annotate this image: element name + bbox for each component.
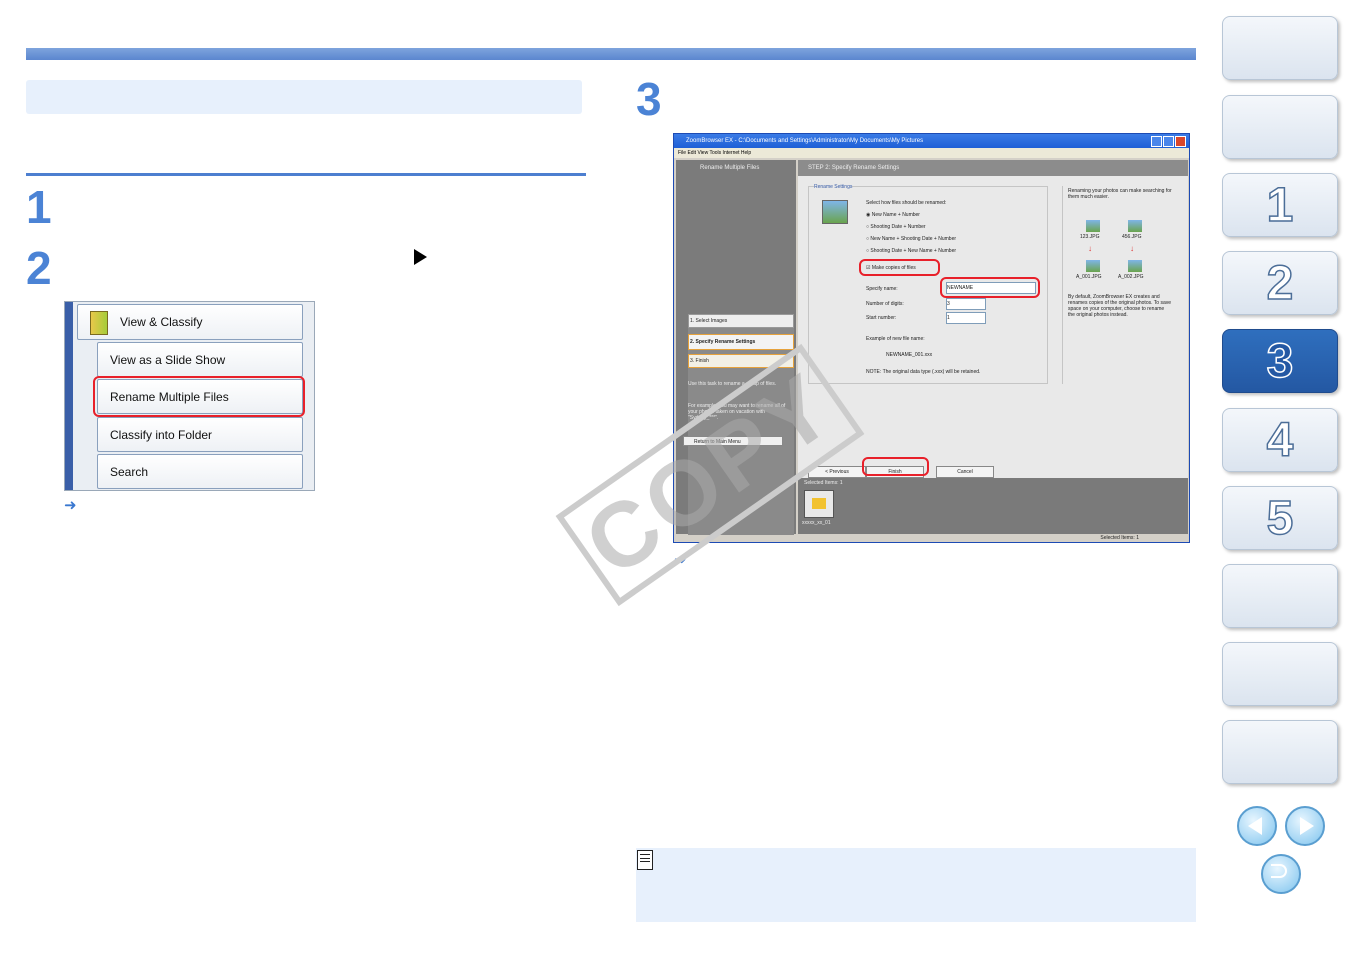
step-item-3-label: 3. Finish [690,358,709,364]
selected-items-label: Selected Items: 1 [804,480,843,486]
view-classify-label: View & Classify [120,315,203,329]
return-arrow-icon [1271,864,1287,878]
photo-thumbnail-icon [822,200,848,224]
rename-settings-label: Rename Settings [814,184,853,190]
start-number-label: Start number: [866,315,897,321]
task-panel-title: Rename Multiple Files [700,165,760,171]
view-classify-button[interactable]: View & Classify [77,304,303,340]
before-name-2: 456.JPG [1122,234,1142,240]
digits-label: Number of digits: [866,301,904,307]
cancel-button[interactable]: Cancel [936,466,994,478]
selected-items-tray [798,478,1188,534]
memo-icon [637,850,653,870]
specify-name-highlight [940,277,1040,298]
start-number-input[interactable]: 1 [946,312,986,324]
down-arrow-icon: ↓ [1088,244,1092,253]
arrow-right-icon [1300,817,1314,835]
section-rule [26,173,586,176]
option-name-date-number[interactable]: ○ New Name + Shooting Date + Number [866,236,956,242]
sidebar-tab-intro[interactable] [1222,95,1338,159]
result-arrow-icon: ➜ [64,497,77,514]
classify-into-folder-button[interactable]: Classify into Folder [97,417,303,452]
side-tip: Renaming your photos can make searching … [1068,188,1172,200]
return-page-button[interactable] [1261,854,1301,894]
close-icon[interactable] [1175,136,1186,147]
sample-photo-icon [1128,220,1142,232]
sidebar-tab-contents[interactable] [1222,16,1338,80]
search-button[interactable]: Search [97,454,303,489]
select-how-label: Select how files should be renamed: [866,200,947,206]
sidebar-tab-appendix[interactable] [1222,642,1338,706]
after-name-1: A_001.JPG [1076,274,1102,280]
sidebar-tab-3[interactable]: 3 [1222,329,1338,393]
down-arrow-icon: ↓ [1130,244,1134,253]
option-date-number[interactable]: ○ Shooting Date + Number [866,224,926,230]
sample-photo-icon [1086,220,1100,232]
previous-page-button[interactable] [1237,806,1277,846]
before-name-1: 123.JPG [1080,234,1100,240]
sample-photo-icon [1128,260,1142,272]
step-2-number: 2 [26,242,52,294]
folder-icon [90,311,108,335]
step-3-number: 3 [636,73,662,125]
folder-thumbnail[interactable] [804,490,834,518]
specify-name-label: Specify name: [866,286,898,292]
example-value: NEWNAME_001.xxx [886,352,933,358]
sidebar-tab-index[interactable] [1222,720,1338,784]
step-item-2-label: 2. Specify Rename Settings [690,339,756,345]
sidebar-tab-1[interactable]: 1 [1222,173,1338,237]
sample-photo-icon [1086,260,1100,272]
window-controls [1151,136,1186,147]
settings-panel: STEP 2: Specify Rename Settings Rename S… [798,160,1188,534]
next-page-button[interactable] [1285,806,1325,846]
option-date-name-number[interactable]: ○ Shooting Date + New Name + Number [866,248,956,254]
folder-icon [812,498,826,509]
section-heading-bar [26,80,582,114]
window-menubar[interactable]: File Edit View Tools Internet Help [674,148,1189,158]
previous-button[interactable]: < Previous [808,466,866,478]
minimize-icon[interactable] [1151,136,1162,147]
side-tip-default: By default, ZoomBrowser EX creates and r… [1068,294,1172,318]
step-header: STEP 2: Specify Rename Settings [808,165,900,171]
status-bar-text: Selected Items: 1 [1100,535,1139,541]
window-title: ZoomBrowser EX - C:\Documents and Settin… [674,134,1189,148]
finish-highlight [862,457,929,476]
menu-arrow-icon [414,249,427,265]
header-bar [26,48,1196,60]
sidebar-tab-reference[interactable] [1222,564,1338,628]
memo-note-box [636,848,1196,922]
rename-highlight-box [93,376,305,417]
make-copies-highlight [859,259,940,276]
step-1-number: 1 [26,181,52,233]
step-item-1-label: 1. Select Images [690,318,728,324]
after-name-2: A_002.JPG [1118,274,1144,280]
retained-note: NOTE: The original data type (.xxx) will… [866,369,981,375]
arrow-left-icon [1248,817,1262,835]
sidebar-tab-5[interactable]: 5 [1222,486,1338,550]
slide-show-button[interactable]: View as a Slide Show [97,342,303,377]
menu-blue-strip [65,302,73,490]
digits-input[interactable]: 3 [946,298,986,310]
maximize-icon[interactable] [1163,136,1174,147]
option-new-name-number[interactable]: ◉ New Name + Number [866,212,920,218]
sidebar-tab-4[interactable]: 4 [1222,408,1338,472]
example-label: Example of new file name: [866,336,925,342]
folder-name: xxxxx_xx_01 [802,520,831,526]
sidebar-tab-2[interactable]: 2 [1222,251,1338,315]
